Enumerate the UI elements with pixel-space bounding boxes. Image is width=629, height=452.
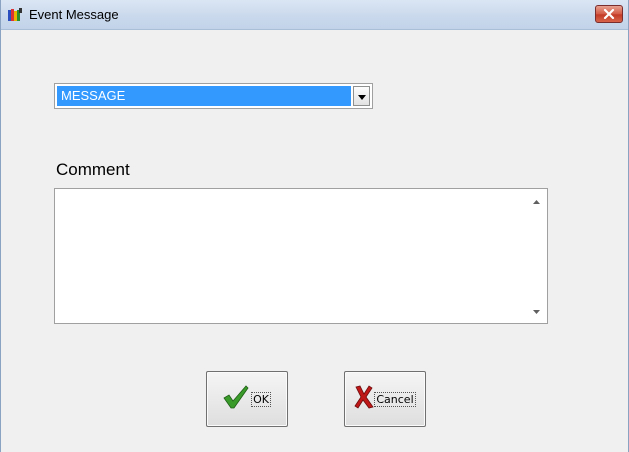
message-type-selected: MESSAGE bbox=[57, 86, 351, 106]
close-icon bbox=[603, 9, 615, 19]
checkmark-icon bbox=[223, 384, 249, 414]
app-icon bbox=[7, 7, 23, 23]
cancel-label: Cancel bbox=[374, 391, 416, 407]
ok-button[interactable]: OK bbox=[206, 371, 288, 427]
event-message-dialog: Event Message MESSAGE Comment OK Cancel bbox=[0, 0, 629, 452]
window-title: Event Message bbox=[29, 7, 119, 22]
scroll-up-arrow[interactable] bbox=[530, 197, 542, 207]
scroll-down-arrow[interactable] bbox=[530, 307, 542, 317]
message-type-dropdown[interactable]: MESSAGE bbox=[54, 83, 373, 109]
chevron-down-icon bbox=[357, 87, 366, 105]
x-cancel-icon bbox=[354, 384, 375, 414]
cancel-button[interactable]: Cancel bbox=[344, 371, 426, 427]
comment-label: Comment bbox=[56, 160, 130, 179]
ok-label: OK bbox=[251, 391, 271, 407]
close-button[interactable] bbox=[595, 5, 623, 23]
comment-textarea[interactable] bbox=[54, 188, 548, 324]
title-bar[interactable]: Event Message bbox=[1, 0, 628, 30]
dropdown-button[interactable] bbox=[353, 86, 370, 106]
